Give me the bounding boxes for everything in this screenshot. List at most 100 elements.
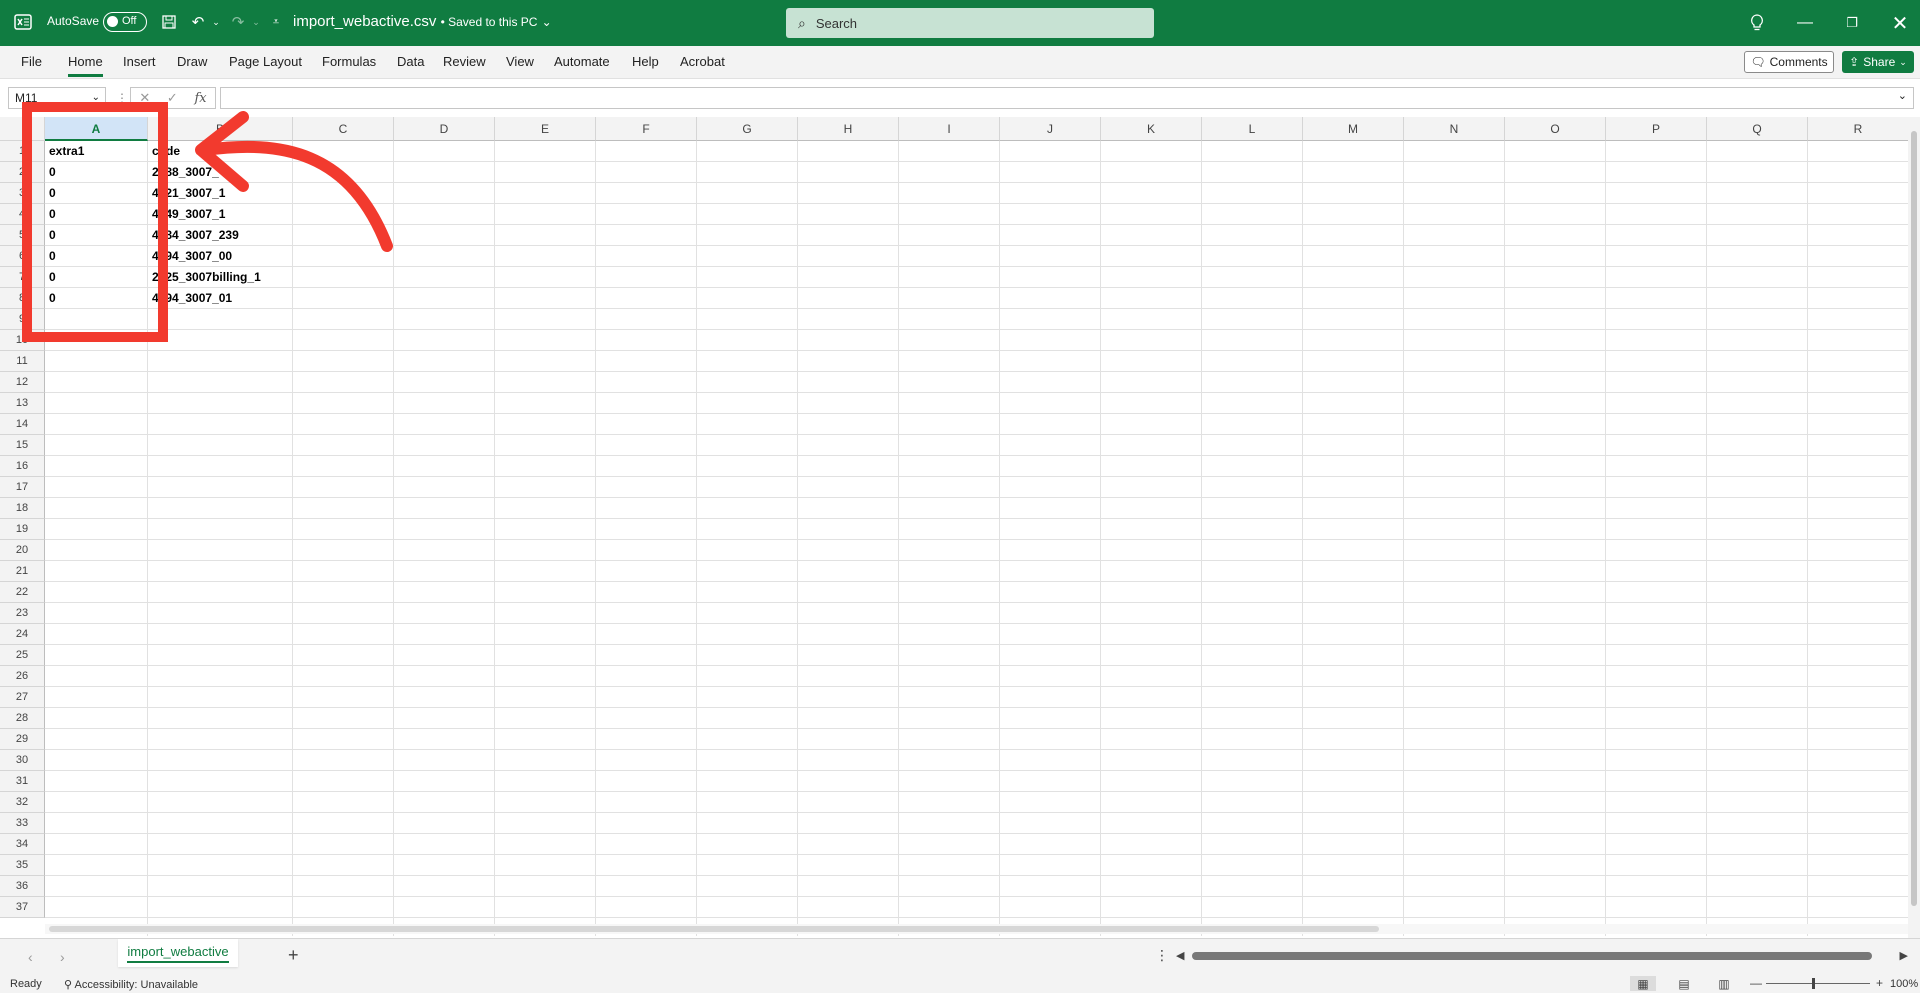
column-header-n[interactable]: N bbox=[1404, 117, 1505, 141]
horizontal-scrollbar[interactable]: ◀ ▶ bbox=[1176, 949, 1908, 963]
file-title[interactable]: import_webactive.csv • Saved to this PC … bbox=[293, 13, 552, 30]
formula-input[interactable]: ⌄ bbox=[220, 87, 1914, 109]
column-header-b[interactable]: B bbox=[148, 117, 293, 141]
column-header-p[interactable]: P bbox=[1606, 117, 1707, 141]
column-header-q[interactable]: Q bbox=[1707, 117, 1808, 141]
redo-dropdown-icon[interactable]: ⌄ bbox=[246, 12, 266, 32]
customize-toolbar-icon[interactable]: ⩡ bbox=[266, 12, 286, 32]
row-header-5[interactable]: 5 bbox=[0, 225, 45, 246]
vertical-scroll-thumb[interactable] bbox=[1911, 131, 1917, 906]
cell-a4[interactable]: 0 bbox=[45, 204, 148, 225]
column-header-k[interactable]: K bbox=[1101, 117, 1202, 141]
cell-a1[interactable]: extra1 bbox=[45, 141, 148, 162]
undo-dropdown-icon[interactable]: ⌄ bbox=[206, 12, 226, 32]
row-header-32[interactable]: 32 bbox=[0, 792, 45, 813]
row-header-37[interactable]: 37 bbox=[0, 897, 45, 918]
undo-icon[interactable]: ↶ bbox=[188, 12, 208, 32]
row-header-12[interactable]: 12 bbox=[0, 372, 45, 393]
insert-function-icon[interactable]: fx bbox=[194, 91, 206, 106]
tab-review[interactable]: Review bbox=[443, 54, 486, 69]
sheet-tab-import-webactive[interactable]: import_webactive bbox=[118, 939, 238, 967]
column-header-a[interactable]: A bbox=[45, 117, 148, 141]
cell-a5[interactable]: 0 bbox=[45, 225, 148, 246]
column-header-o[interactable]: O bbox=[1505, 117, 1606, 141]
cell-b6[interactable]: 4094_3007_00 bbox=[148, 246, 293, 267]
expand-formula-icon[interactable]: ⌄ bbox=[1898, 89, 1907, 102]
row-header-13[interactable]: 13 bbox=[0, 393, 45, 414]
tab-data[interactable]: Data bbox=[397, 54, 424, 69]
row-header-15[interactable]: 15 bbox=[0, 435, 45, 456]
row-header-27[interactable]: 27 bbox=[0, 687, 45, 708]
autosave-toggle[interactable]: Off bbox=[103, 12, 147, 32]
page-layout-view-icon[interactable]: ▤ bbox=[1671, 976, 1697, 991]
zoom-slider-knob[interactable] bbox=[1812, 978, 1815, 989]
row-header-18[interactable]: 18 bbox=[0, 498, 45, 519]
column-header-i[interactable]: I bbox=[899, 117, 1000, 141]
row-header-25[interactable]: 25 bbox=[0, 645, 45, 666]
scroll-right-icon[interactable]: ▶ bbox=[1900, 949, 1908, 962]
row-header-11[interactable]: 11 bbox=[0, 351, 45, 372]
row-header-35[interactable]: 35 bbox=[0, 855, 45, 876]
lightbulb-icon[interactable] bbox=[1742, 10, 1772, 36]
tab-help[interactable]: Help bbox=[632, 54, 659, 69]
row-header-10[interactable]: 10 bbox=[0, 330, 45, 351]
column-header-c[interactable]: C bbox=[293, 117, 394, 141]
row-header-9[interactable]: 9 bbox=[0, 309, 45, 330]
cell-b3[interactable]: 4021_3007_1 bbox=[148, 183, 293, 204]
tab-home[interactable]: Home bbox=[68, 54, 103, 77]
horizontal-scroll-track[interactable] bbox=[45, 924, 1908, 934]
more-options-icon[interactable]: ⋮ bbox=[116, 91, 128, 105]
cell-b1[interactable]: code bbox=[148, 141, 293, 162]
cell-b5[interactable]: 4084_3007_239 bbox=[148, 225, 293, 246]
select-all-corner[interactable] bbox=[0, 117, 45, 141]
column-header-d[interactable]: D bbox=[394, 117, 495, 141]
row-header-14[interactable]: 14 bbox=[0, 414, 45, 435]
row-header-3[interactable]: 3 bbox=[0, 183, 45, 204]
cell-area[interactable] bbox=[45, 141, 1909, 936]
save-icon[interactable] bbox=[159, 12, 179, 32]
row-header-21[interactable]: 21 bbox=[0, 561, 45, 582]
enter-icon[interactable]: ✓ bbox=[167, 90, 178, 106]
column-header-m[interactable]: M bbox=[1303, 117, 1404, 141]
tab-automate[interactable]: Automate bbox=[554, 54, 610, 69]
zoom-level[interactable]: 100% bbox=[1890, 978, 1918, 990]
cell-a7[interactable]: 0 bbox=[45, 267, 148, 288]
row-header-26[interactable]: 26 bbox=[0, 666, 45, 687]
restore-icon[interactable]: ❐ bbox=[1837, 10, 1867, 36]
row-header-4[interactable]: 4 bbox=[0, 204, 45, 225]
minimize-icon[interactable]: — bbox=[1790, 10, 1820, 36]
horizontal-scroll-indicator[interactable] bbox=[49, 926, 1379, 932]
share-button[interactable]: ⇪ Share ⌄ bbox=[1842, 51, 1914, 73]
scroll-left-icon[interactable]: ◀ bbox=[1176, 949, 1184, 962]
vertical-scrollbar[interactable] bbox=[1908, 117, 1920, 939]
row-header-2[interactable]: 2 bbox=[0, 162, 45, 183]
zoom-slider-track[interactable] bbox=[1766, 983, 1870, 984]
row-header-28[interactable]: 28 bbox=[0, 708, 45, 729]
row-header-1[interactable]: 1 bbox=[0, 141, 45, 162]
cell-b2[interactable]: 2088_3007_ bbox=[148, 162, 293, 183]
row-header-8[interactable]: 8 bbox=[0, 288, 45, 309]
cell-a6[interactable]: 0 bbox=[45, 246, 148, 267]
more-options-icon[interactable]: ⋮ bbox=[1155, 947, 1169, 964]
page-break-view-icon[interactable]: ▥ bbox=[1711, 976, 1737, 991]
tab-draw[interactable]: Draw bbox=[177, 54, 207, 69]
row-header-33[interactable]: 33 bbox=[0, 813, 45, 834]
cell-a3[interactable]: 0 bbox=[45, 183, 148, 204]
tab-formulas[interactable]: Formulas bbox=[322, 54, 376, 69]
row-header-23[interactable]: 23 bbox=[0, 603, 45, 624]
comments-button[interactable]: 🗨 Comments bbox=[1744, 51, 1834, 73]
next-sheet-icon[interactable]: › bbox=[60, 949, 65, 965]
column-header-j[interactable]: J bbox=[1000, 117, 1101, 141]
row-header-30[interactable]: 30 bbox=[0, 750, 45, 771]
horizontal-scroll-thumb[interactable] bbox=[1192, 952, 1872, 960]
row-header-29[interactable]: 29 bbox=[0, 729, 45, 750]
cell-a8[interactable]: 0 bbox=[45, 288, 148, 309]
row-header-17[interactable]: 17 bbox=[0, 477, 45, 498]
cell-b7[interactable]: 2025_3007billing_1 bbox=[148, 267, 293, 288]
cancel-icon[interactable]: ✕ bbox=[139, 90, 150, 106]
row-header-6[interactable]: 6 bbox=[0, 246, 45, 267]
cell-a2[interactable]: 0 bbox=[45, 162, 148, 183]
zoom-in-icon[interactable]: + bbox=[1876, 976, 1883, 990]
column-header-f[interactable]: F bbox=[596, 117, 697, 141]
column-header-e[interactable]: E bbox=[495, 117, 596, 141]
